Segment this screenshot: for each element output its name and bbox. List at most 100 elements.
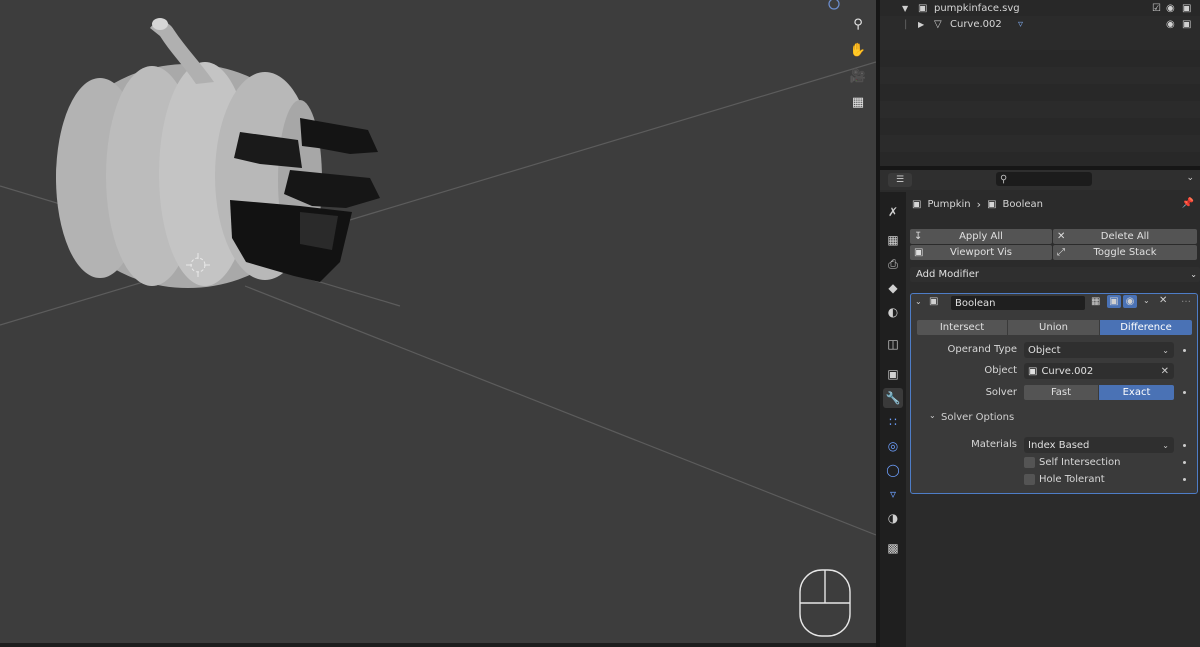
operation-difference[interactable]: Difference <box>1100 320 1192 335</box>
camera-icon[interactable]: ▣ <box>1182 19 1191 30</box>
self-intersection-checkbox[interactable] <box>1024 457 1035 468</box>
hole-tolerant-checkbox[interactable] <box>1024 474 1035 485</box>
viewport-vis-button[interactable]: ▣ Viewport Vis <box>910 245 1052 260</box>
constraints-tab-icon[interactable]: ◯ <box>883 460 903 480</box>
hole-tolerant-label[interactable]: Hole Tolerant <box>1039 474 1105 485</box>
chevron-down-icon[interactable]: ⌄ <box>1186 173 1194 183</box>
solver-label: Solver <box>985 387 1017 398</box>
expand-arrow-icon[interactable]: ▶ <box>918 20 924 29</box>
keyframe-dot[interactable] <box>1183 391 1186 394</box>
clear-x-icon[interactable]: ✕ <box>1161 366 1169 377</box>
checkbox-icon[interactable]: ☑ <box>1152 3 1161 14</box>
search-icon: ⚲ <box>1000 173 1008 185</box>
pin-icon[interactable]: 📌 <box>1182 198 1194 209</box>
editor-type-icon[interactable]: ☰ <box>888 173 912 187</box>
show-render-icon[interactable]: ◉ <box>1123 295 1137 308</box>
show-viewport-icon[interactable]: ▣ <box>1107 295 1121 308</box>
curve-object-icon: ▽ <box>934 19 942 30</box>
zoom-icon[interactable]: ⚲ <box>848 14 868 34</box>
scene-tab-icon[interactable]: ◐ <box>883 302 903 322</box>
render-tab-icon[interactable]: ▦ <box>883 230 903 250</box>
grid-line <box>244 285 876 536</box>
camera-view-icon[interactable]: 🎥 <box>848 66 868 86</box>
world-tab-icon[interactable]: ◫ <box>883 334 903 354</box>
perspective-grid-icon[interactable]: ▦ <box>848 92 868 112</box>
object-field[interactable]: ▣ Curve.002 ✕ <box>1024 363 1174 379</box>
boolean-modifier-icon: ▣ <box>929 296 939 307</box>
collapse-chevron-icon[interactable]: ⌄ <box>915 297 922 306</box>
object-value: Curve.002 <box>1041 365 1094 377</box>
outliner-empty-row <box>880 101 1200 118</box>
keyframe-dot[interactable] <box>1183 444 1186 447</box>
modifier-name-field[interactable]: Boolean <box>951 296 1085 310</box>
modifier-tab-icon[interactable]: 🔧 <box>883 388 903 408</box>
solver-fast[interactable]: Fast <box>1024 385 1098 400</box>
material-tab-icon[interactable]: ◑ <box>883 508 903 528</box>
camera-icon[interactable]: ▣ <box>1182 3 1191 14</box>
properties-editor: ☰ ⚲ ⌄ ✗ ▦ ⎙ ◆ ◐ ◫ ▣ 🔧 ∷ ◎ ◯ ▿ ◑ ▩ ▣ Pump… <box>880 170 1200 647</box>
operand-type-dropdown[interactable]: Object ⌄ <box>1024 342 1174 358</box>
expand-arrow-icon[interactable]: ▼ <box>902 4 908 13</box>
materials-dropdown[interactable]: Index Based ⌄ <box>1024 437 1174 453</box>
toggle-stack-label: Toggle Stack <box>1093 247 1157 258</box>
operand-type-value: Object <box>1028 344 1061 356</box>
breadcrumb-object: Pumpkin <box>927 199 971 210</box>
object-icon: ▣ <box>912 199 922 210</box>
outliner-item-label[interactable]: pumpkinface.svg <box>934 3 1020 14</box>
keyframe-dot[interactable] <box>1183 461 1186 464</box>
view-layer-tab-icon[interactable]: ◆ <box>883 278 903 298</box>
toggle-stack-button[interactable]: ⤢ Toggle Stack <box>1053 245 1197 260</box>
solver-options-header[interactable]: Solver Options <box>941 412 1014 423</box>
outliner-empty-row <box>880 135 1200 152</box>
keyframe-dot[interactable] <box>1183 349 1186 352</box>
delete-all-button[interactable]: ✕ Delete All <box>1053 229 1197 244</box>
expand-diagonal-icon: ⤢ <box>1057 247 1065 258</box>
chevron-down-icon: ⌄ <box>1162 440 1169 450</box>
add-modifier-label: Add Modifier <box>916 269 979 280</box>
texture-tab-icon[interactable]: ▩ <box>883 538 903 558</box>
object-icon: ▣ <box>1028 365 1038 377</box>
apply-all-button[interactable]: ↧ Apply All <box>910 229 1052 244</box>
drag-handle-icon[interactable]: … <box>1181 294 1191 305</box>
outliner-row-object[interactable]: | ▶ ▽ Curve.002 ▿ ◉ ▣ <box>880 16 1200 33</box>
collapse-chevron-icon[interactable]: ⌄ <box>929 411 936 420</box>
keyframe-dot[interactable] <box>1183 478 1186 481</box>
download-arrow-icon: ↧ <box>914 231 923 242</box>
properties-tabs: ✗ ▦ ⎙ ◆ ◐ ◫ ▣ 🔧 ∷ ◎ ◯ ▿ ◑ ▩ <box>880 192 906 647</box>
breadcrumb-modifier: Boolean <box>1002 199 1044 210</box>
chevron-down-icon: ⌄ <box>1162 345 1169 355</box>
output-tab-icon[interactable]: ⎙ <box>883 254 903 274</box>
outliner-empty-row <box>880 33 1200 50</box>
chevron-down-icon[interactable]: ⌄ <box>1143 296 1150 305</box>
hand-pan-icon[interactable]: ✋ <box>848 40 868 60</box>
operation-union[interactable]: Union <box>1008 320 1099 335</box>
search-input[interactable]: ⚲ <box>996 172 1092 186</box>
modifier-icon: ▣ <box>987 199 997 210</box>
outliner-empty-row <box>880 67 1200 84</box>
edit-mode-icon[interactable]: ▦ <box>1091 296 1100 307</box>
close-icon: ✕ <box>1057 231 1066 242</box>
outliner-row-collection[interactable]: ▼ ▣ pumpkinface.svg ☑ ◉ ▣ <box>880 0 1200 17</box>
collection-box-icon: ▣ <box>918 3 928 14</box>
outliner-item-label[interactable]: Curve.002 <box>950 19 1002 30</box>
eye-icon[interactable]: ◉ <box>1166 19 1175 30</box>
solver-exact[interactable]: Exact <box>1099 385 1174 400</box>
data-tab-icon[interactable]: ▿ <box>883 484 903 504</box>
add-modifier-dropdown[interactable]: Add Modifier ⌄ <box>910 267 1200 282</box>
outliner: ▼ ▣ pumpkinface.svg ☑ ◉ ▣ | ▶ ▽ Curve.00… <box>880 0 1200 166</box>
viewport-scene <box>0 0 876 637</box>
physics-tab-icon[interactable]: ◎ <box>883 436 903 456</box>
eye-icon[interactable]: ◉ <box>1166 3 1175 14</box>
apply-all-label: Apply All <box>959 231 1003 242</box>
curve-data-icon[interactable]: ▿ <box>1018 19 1023 30</box>
delete-all-label: Delete All <box>1100 231 1150 242</box>
self-intersection-label[interactable]: Self Intersection <box>1039 457 1120 468</box>
close-icon[interactable]: ✕ <box>1159 295 1167 306</box>
materials-value: Index Based <box>1028 439 1090 451</box>
tool-tab-icon[interactable]: ✗ <box>883 202 903 222</box>
object-tab-icon[interactable]: ▣ <box>883 364 903 384</box>
boolean-modifier-panel: ⌄ ▣ Boolean ▦ ▣ ◉ ⌄ ✕ … Intersect Union … <box>910 293 1198 494</box>
3d-viewport[interactable]: ⚲ ✋ 🎥 ▦ <box>0 0 876 643</box>
operation-intersect[interactable]: Intersect <box>917 320 1007 335</box>
particles-tab-icon[interactable]: ∷ <box>883 412 903 432</box>
